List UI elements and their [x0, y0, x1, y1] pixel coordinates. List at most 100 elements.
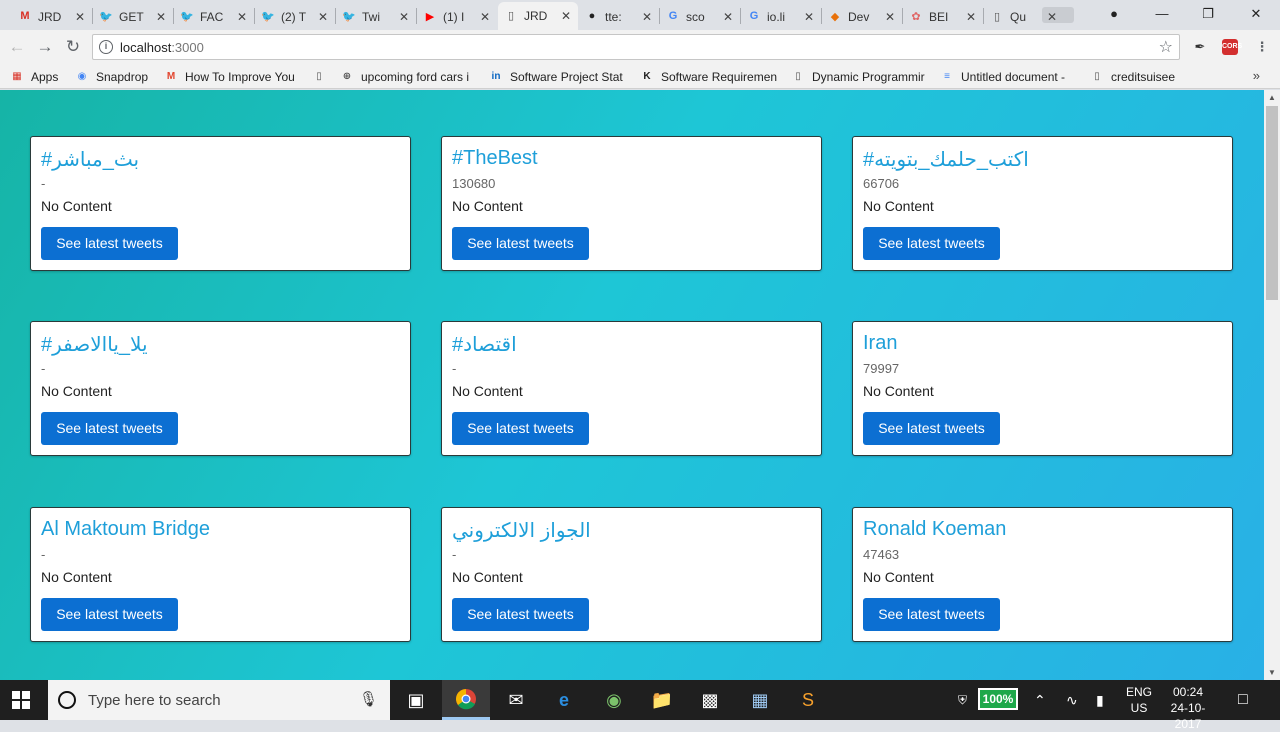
reload-icon[interactable]: ↻: [61, 35, 85, 59]
see-latest-tweets-button[interactable]: See latest tweets: [863, 227, 1000, 260]
mail-icon[interactable]: ✉: [492, 680, 540, 720]
tab-close-icon[interactable]: ✕: [236, 10, 248, 24]
terminal-icon[interactable]: ▩: [686, 680, 734, 720]
tab-close-icon[interactable]: ✕: [884, 10, 896, 24]
bookmark-item[interactable]: ▯: [312, 68, 332, 85]
language-indicator[interactable]: ENG US: [1122, 684, 1156, 716]
search-placeholder: Type here to search: [88, 692, 221, 709]
trend-title[interactable]: Al Maktoum Bridge: [41, 518, 210, 541]
browser-tab[interactable]: Gsco ✕: [660, 3, 740, 30]
bookmark-star-icon[interactable]: ☆: [1159, 37, 1173, 57]
trend-title[interactable]: Iran: [863, 332, 897, 355]
bookmark-item[interactable]: in Software Project Stat: [489, 68, 629, 85]
scroll-down-icon[interactable]: ▼: [1268, 668, 1276, 677]
tab-close-icon[interactable]: ✕: [74, 10, 86, 24]
trend-content: No Content: [863, 569, 934, 585]
info-icon[interactable]: i: [99, 40, 113, 54]
see-latest-tweets-button[interactable]: See latest tweets: [41, 227, 178, 260]
trend-title[interactable]: الجواز الالكتروني: [452, 518, 591, 543]
bookmark-item[interactable]: ▦ Apps: [10, 68, 66, 85]
more-bookmarks-icon[interactable]: »: [1253, 68, 1260, 83]
tab-close-icon[interactable]: ✕: [965, 10, 977, 24]
address-bar[interactable]: i localhost:3000 ☆: [92, 34, 1180, 60]
minimize-button[interactable]: —: [1140, 4, 1184, 26]
browser-tab[interactable]: 🐦 GET ✕: [93, 3, 173, 30]
see-latest-tweets-button[interactable]: See latest tweets: [863, 598, 1000, 631]
trend-card: #يلا_ياالاصفر - No Content See latest tweet…: [30, 321, 411, 456]
tab-close-icon[interactable]: ✕: [155, 10, 167, 24]
tab-title: Dev: [848, 9, 870, 24]
close-window-button[interactable]: ✕: [1234, 4, 1278, 26]
trend-title[interactable]: #TheBest: [452, 147, 538, 170]
bookmark-item[interactable]: ▯ creditsuisee: [1090, 68, 1190, 85]
browser-tab[interactable]: ◆ Dev ✕: [822, 3, 902, 30]
browser-tab[interactable]: ▯ Qu ✕: [984, 3, 1064, 30]
trend-title[interactable]: #يلا_ياالاصفر: [41, 332, 148, 357]
microphone-icon[interactable]: 🎙: [359, 690, 378, 708]
trend-title[interactable]: Ronald Koeman: [863, 518, 1006, 541]
see-latest-tweets-button[interactable]: See latest tweets: [41, 598, 178, 631]
see-latest-tweets-button[interactable]: See latest tweets: [452, 598, 589, 631]
tab-close-icon[interactable]: ✕: [479, 10, 491, 24]
chrome-taskbar-icon[interactable]: [442, 680, 490, 720]
browser-tab[interactable]: Gio.li ✕: [741, 3, 821, 30]
wifi-icon[interactable]: ∿: [1066, 680, 1078, 720]
bookmark-item[interactable]: ⊕ upcoming ford cars i: [340, 68, 480, 85]
trend-title[interactable]: #اكتب_حلمك_بتويته: [863, 147, 1029, 172]
file-explorer-icon[interactable]: 📁: [638, 680, 686, 720]
tab-close-icon[interactable]: ✕: [317, 10, 329, 24]
browser-tab[interactable]: 🐦 (2) T ✕: [255, 3, 335, 30]
tab-close-icon[interactable]: ✕: [641, 10, 653, 24]
trend-title[interactable]: #اقتصاد: [452, 332, 517, 357]
tab-close-icon[interactable]: ✕: [1046, 10, 1058, 24]
browser-tab[interactable]: 🐦 Twi ✕: [336, 3, 416, 30]
bookmark-item[interactable]: ◉ Snapdrop: [75, 68, 170, 85]
bookmark-item[interactable]: ≡ Untitled document -: [940, 68, 1080, 85]
trend-title[interactable]: #بث_مباشر: [41, 147, 139, 172]
tab-favicon-icon: ▯: [507, 9, 515, 22]
tweet-volume: -: [41, 361, 46, 376]
maximize-button[interactable]: ❐: [1186, 4, 1230, 26]
menu-kebab-icon[interactable]: ⋮: [1252, 37, 1272, 57]
trend-content: No Content: [41, 569, 112, 585]
shield-tray-icon[interactable]: ⛨: [958, 680, 967, 720]
photos-icon[interactable]: ▦: [736, 680, 784, 720]
browser-tab[interactable]: ● tte: ✕: [579, 3, 659, 30]
forward-icon[interactable]: →: [33, 35, 57, 59]
back-icon[interactable]: ←: [5, 35, 29, 59]
browser-tab[interactable]: ▯ JRD ✕: [498, 2, 578, 30]
tab-close-icon[interactable]: ✕: [803, 10, 815, 24]
color-picker-extension-icon[interactable]: ✒: [1190, 37, 1210, 57]
notifications-icon[interactable]: □: [1238, 680, 1248, 720]
task-view-icon[interactable]: ▣: [392, 680, 440, 720]
browser-tab[interactable]: M JRD ✕: [12, 3, 92, 30]
tab-close-icon[interactable]: ✕: [560, 9, 572, 23]
tab-close-icon[interactable]: ✕: [722, 10, 734, 24]
system-clock[interactable]: 00:24 24-10-2017: [1158, 684, 1218, 732]
cors-extension-icon[interactable]: CORS: [1222, 39, 1242, 55]
sublime-text-icon[interactable]: S: [784, 680, 832, 720]
scroll-up-icon[interactable]: ▲: [1268, 93, 1276, 102]
windows-start-icon[interactable]: [12, 691, 30, 709]
bookmark-item[interactable]: ▯ Dynamic Programmir: [791, 68, 931, 85]
see-latest-tweets-button[interactable]: See latest tweets: [863, 412, 1000, 445]
scrollbar-thumb[interactable]: [1266, 106, 1278, 300]
battery-indicator[interactable]: 100%: [978, 688, 1018, 710]
chevron-up-icon[interactable]: ⌃: [1034, 680, 1046, 720]
browser-tab[interactable]: 🐦 FAC ✕: [174, 3, 254, 30]
page-scrollbar[interactable]: ▲ ▼: [1264, 90, 1280, 680]
battery-tray-icon[interactable]: ▮: [1096, 680, 1104, 720]
bookmark-item[interactable]: M How To Improve You: [164, 68, 302, 85]
see-latest-tweets-button[interactable]: See latest tweets: [452, 227, 589, 260]
browser-tab[interactable]: ▶ (1) I ✕: [417, 3, 497, 30]
browser-tab[interactable]: ✿ BEI ✕: [903, 3, 983, 30]
edge-icon[interactable]: e: [540, 680, 588, 720]
trend-content: No Content: [452, 383, 523, 399]
see-latest-tweets-button[interactable]: See latest tweets: [41, 412, 178, 445]
see-latest-tweets-button[interactable]: See latest tweets: [452, 412, 589, 445]
bookmark-item[interactable]: K Software Requiremen: [640, 68, 780, 85]
taskbar-search-box[interactable]: Type here to search 🎙: [48, 680, 390, 720]
android-studio-icon[interactable]: ◉: [590, 680, 638, 720]
tab-close-icon[interactable]: ✕: [398, 10, 410, 24]
profile-icon[interactable]: ●: [1092, 4, 1136, 26]
